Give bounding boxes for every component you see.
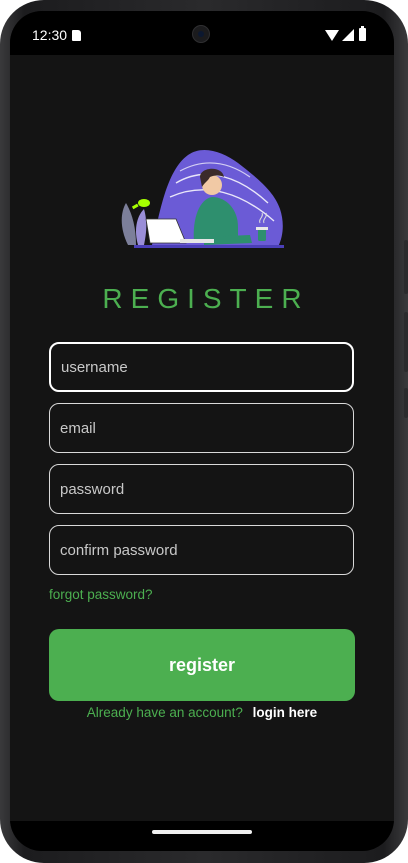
person-at-laptop-illustration [121,149,284,248]
confirm-password-input[interactable] [50,526,353,574]
front-camera [192,25,210,43]
login-here-link[interactable]: login here [253,705,318,720]
battery-icon [359,26,366,41]
screen: 12:30 REGISTER username email forgot pas… [10,11,394,851]
password-field [49,464,354,514]
username-field [49,342,354,392]
forgot-password-link[interactable]: forgot password? [49,587,153,602]
login-prompt-text: Already have an account? [86,705,243,720]
email-field [49,403,354,453]
username-input[interactable] [51,344,352,390]
status-time: 12:30 [32,27,68,43]
page-title: REGISTER [102,283,310,314]
volume-button-small [404,388,408,418]
home-gesture-handle[interactable] [152,830,252,834]
status-bar: 12:30 [10,11,394,55]
power-button [404,240,408,294]
signal-icon [342,29,354,41]
navigation-bar [10,821,394,851]
confirm-password-field [49,525,354,575]
password-input[interactable] [50,465,353,513]
phone-frame: 12:30 REGISTER username email forgot pas… [0,0,408,863]
wifi-icon [325,30,339,41]
register-button[interactable]: register [49,629,355,701]
login-prompt-row: Already have an account? login here [10,705,394,720]
sd-card-icon [72,30,81,41]
volume-button [404,312,408,372]
email-input[interactable] [50,404,353,452]
